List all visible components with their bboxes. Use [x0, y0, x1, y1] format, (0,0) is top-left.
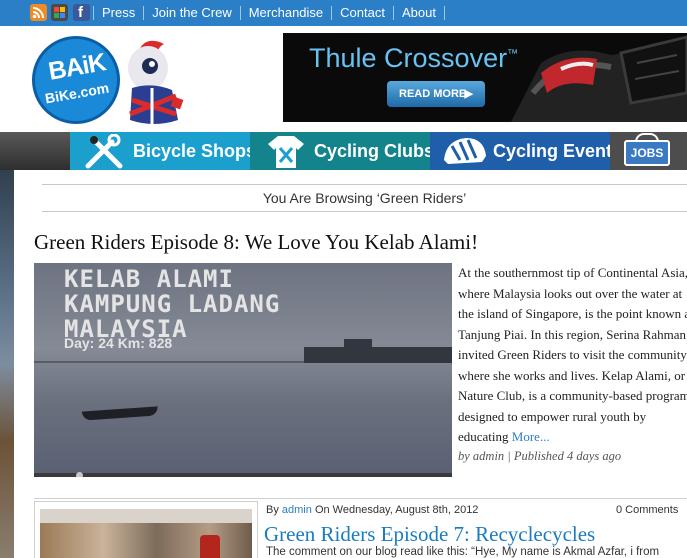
- post-title[interactable]: Green Riders Episode 7: Recyclecycles: [264, 522, 595, 547]
- category-label: Cycling Events: [493, 141, 623, 161]
- post-meta: by admin | Published 4 days ago: [458, 449, 622, 463]
- category-label: Bicycle Shops: [133, 141, 257, 161]
- facebook-icon[interactable]: f: [73, 4, 90, 21]
- video-caption: Day: 24 Km: 828: [64, 335, 173, 351]
- helmet-icon: [444, 138, 486, 164]
- top-nav: Press Join the Crew Merchandise Contact …: [93, 0, 445, 26]
- site-logo[interactable]: BAiK BiKe.com: [32, 36, 120, 124]
- category-nav: Bicycle Shops Cycling Clubs Cycling Even…: [0, 132, 687, 170]
- post-snippet: The comment on our blog read like this: …: [266, 546, 660, 558]
- bag-product-image: [511, 35, 687, 122]
- nav-link-about[interactable]: About: [392, 6, 445, 20]
- banner-title: Thule Crossover™: [309, 43, 519, 73]
- video-player[interactable]: KELAB ALAMI KAMPUNG LADANG MALAYSIA Day:…: [34, 263, 452, 477]
- boat-silhouette: [81, 406, 159, 421]
- left-background-photo: [0, 170, 14, 558]
- rss-icon[interactable]: [30, 4, 47, 21]
- nav-link-join-the-crew[interactable]: Join the Crew: [143, 6, 239, 20]
- category-cycling-clubs[interactable]: Cycling Clubs: [250, 132, 434, 170]
- post-title[interactable]: Green Riders Episode 8: We Love You Kela…: [34, 230, 478, 255]
- category-cycling-events[interactable]: Cycling Events: [430, 132, 622, 170]
- video-progress-bar[interactable]: [34, 473, 452, 477]
- post-card: By admin On Wednesday, August 8th, 2012 …: [34, 498, 687, 558]
- author-link[interactable]: admin: [282, 504, 312, 516]
- mascot-image: [128, 40, 184, 126]
- post-excerpt: At the southernmost tip of Continental A…: [458, 265, 687, 444]
- post-byline: By admin On Wednesday, August 8th, 2012: [266, 504, 479, 516]
- browsing-header: You Are Browsing ‘Green Riders’: [42, 184, 687, 212]
- nav-link-contact[interactable]: Contact: [331, 6, 393, 20]
- category-bicycle-shops[interactable]: Bicycle Shops: [70, 132, 256, 170]
- video-progress-handle[interactable]: [76, 472, 83, 477]
- nav-link-press[interactable]: Press: [93, 6, 143, 20]
- nav-link-merchandise[interactable]: Merchandise: [239, 6, 331, 20]
- video-title-overlay: KELAB ALAMI KAMPUNG LADANG MALAYSIA: [64, 265, 281, 343]
- jersey-icon: [268, 136, 304, 168]
- arrow-right-icon: ▶: [464, 88, 473, 100]
- category-jobs[interactable]: JOBS: [610, 132, 687, 170]
- category-label: Cycling Clubs: [314, 141, 435, 161]
- more-link[interactable]: More...: [512, 429, 550, 444]
- ad-banner[interactable]: Thule Crossover™ READ MORE ▶: [283, 33, 687, 122]
- ship-silhouette: [304, 347, 452, 363]
- comments-link[interactable]: 0 Comments: [616, 504, 678, 516]
- read-more-button[interactable]: READ MORE ▶: [387, 81, 485, 107]
- tools-icon: [85, 134, 123, 169]
- jobs-label: JOBS: [624, 140, 670, 166]
- plus-icon[interactable]: [51, 4, 68, 21]
- top-bar: f Press Join the Crew Merchandise Contac…: [0, 0, 687, 26]
